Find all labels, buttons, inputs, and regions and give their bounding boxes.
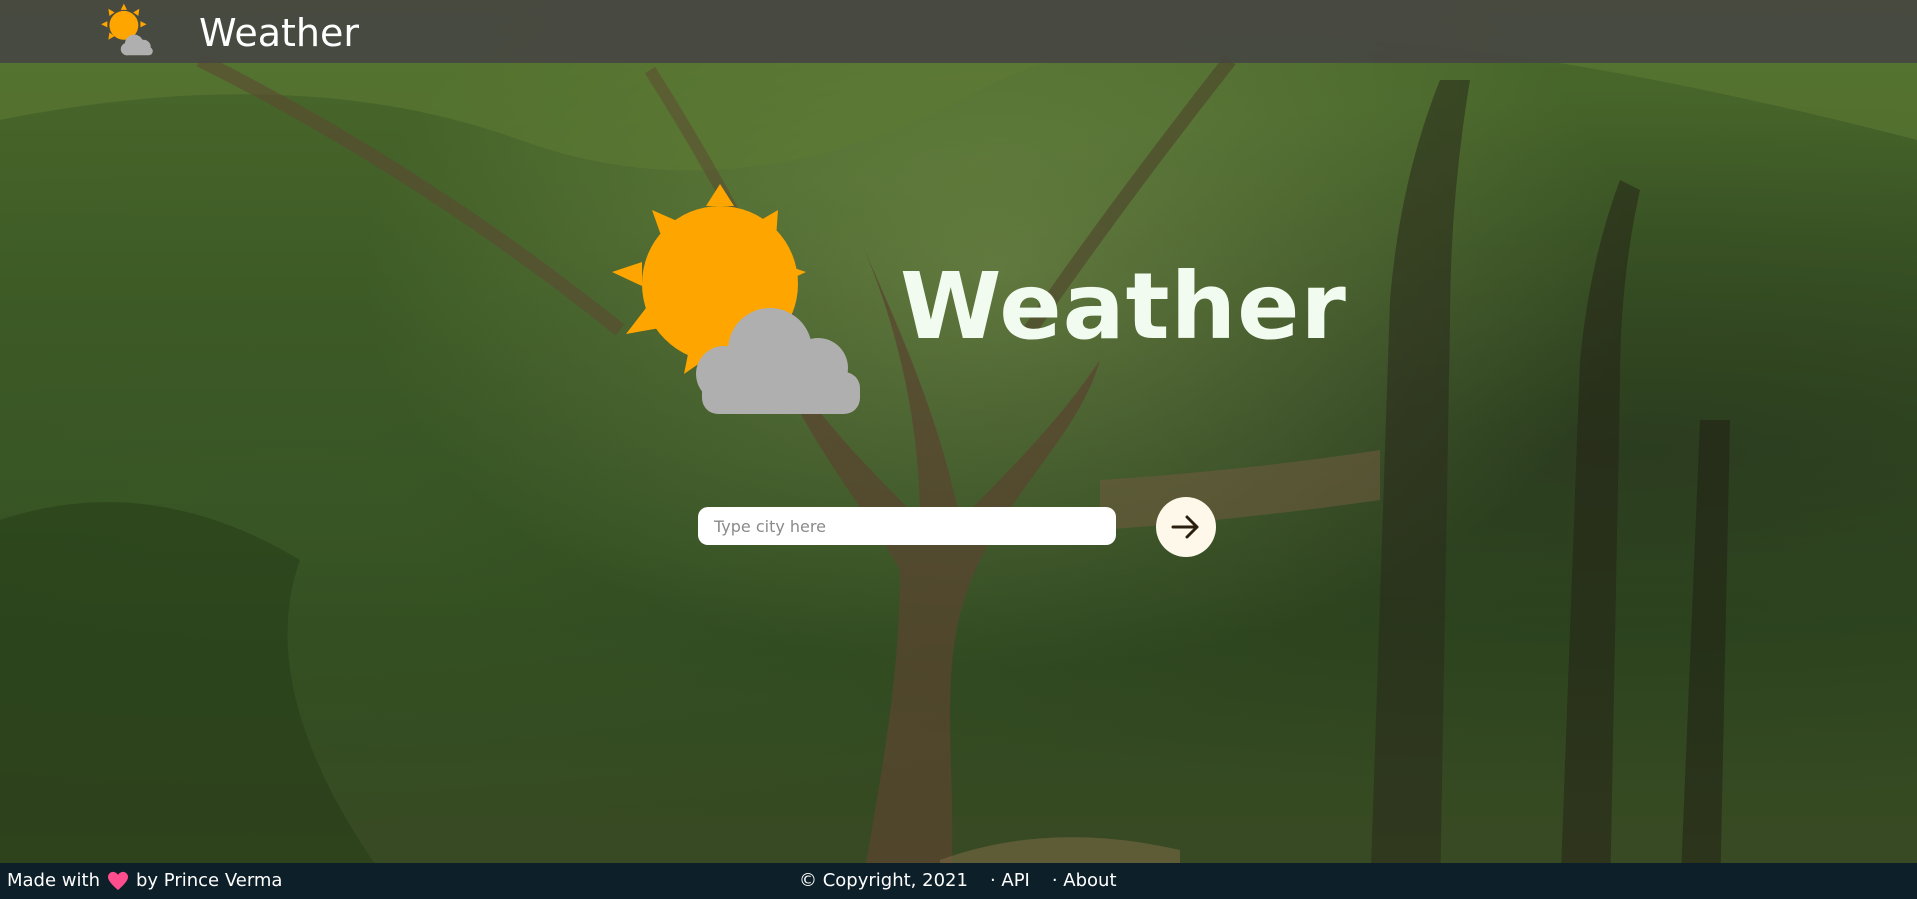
forest-background-image <box>0 0 1917 899</box>
footer-credit: Made with by Prince Verma <box>7 870 282 891</box>
author-text: by Prince Verma <box>135 870 283 891</box>
footer-links: © Copyright, 2021 · API · About <box>799 870 1117 891</box>
made-with-text: Made with <box>7 870 100 891</box>
footer-link-about[interactable]: · About <box>1052 870 1117 891</box>
sun-cloud-icon <box>612 184 860 414</box>
heart-icon <box>107 871 128 890</box>
top-navbar: Weather <box>0 0 1917 63</box>
navbar-brand[interactable]: Weather <box>199 11 359 55</box>
hero-title: Weather <box>900 253 1347 360</box>
search-submit-button[interactable] <box>1156 497 1216 557</box>
city-search-input[interactable] <box>698 507 1116 545</box>
copyright-text: © Copyright, 2021 <box>799 870 968 891</box>
footer: Made with by Prince Verma © Copyright, 2… <box>0 863 1917 899</box>
page: Weather Weather Made with <box>0 0 1917 899</box>
arrow-right-icon <box>1171 515 1199 539</box>
sun-cloud-icon[interactable] <box>97 2 159 60</box>
footer-link-api[interactable]: · API <box>990 870 1030 891</box>
